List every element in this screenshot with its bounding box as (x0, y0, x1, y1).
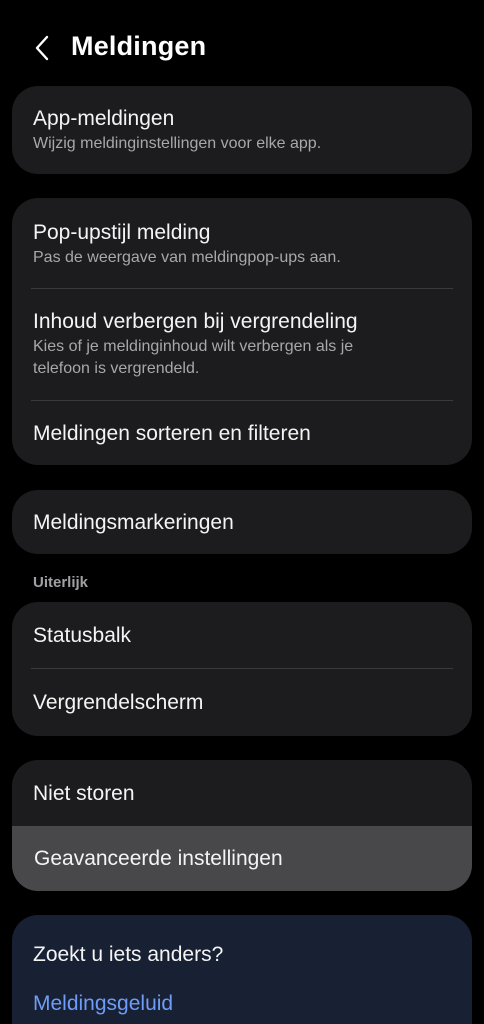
chevron-left-icon (35, 35, 49, 61)
sort-filter-title: Meldingen sorteren en filteren (33, 422, 311, 445)
app-notifications-subtitle: Wijzig meldinginstellingen voor elke app… (33, 135, 322, 152)
app-notifications-item[interactable]: App-meldingen Wijzig meldinginstellingen… (12, 86, 472, 174)
advanced-settings-item[interactable]: Geavanceerde instellingen (12, 826, 472, 891)
notification-options-card: Pop-upstijl melding Pas de weergave van … (12, 198, 472, 465)
badges-title: Meldingsmarkeringen (33, 511, 234, 534)
page-title: Meldingen (71, 31, 207, 61)
sort-filter-item[interactable]: Meldingen sorteren en filteren (12, 401, 472, 465)
app-notifications-title: App-meldingen (33, 107, 175, 130)
hide-content-item[interactable]: Inhoud verbergen bij vergrendeling Kies … (12, 289, 472, 400)
badges-card: Meldingsmarkeringen (12, 490, 472, 554)
notifications-settings-screen: Meldingen App-meldingen Wijzig meldingin… (0, 0, 484, 1024)
appearance-card: Statusbalk Vergrendelscherm (12, 602, 472, 736)
notification-sound-link[interactable]: Meldingsgeluid (33, 992, 173, 1016)
suggestions-card: Zoekt u iets anders? Meldingsgeluid (12, 915, 472, 1024)
popup-style-item[interactable]: Pop-upstijl melding Pas de weergave van … (12, 198, 472, 288)
do-not-disturb-item[interactable]: Niet storen (12, 760, 472, 826)
statusbar-title: Statusbalk (33, 624, 132, 647)
statusbar-item[interactable]: Statusbalk (12, 602, 472, 668)
more-settings-card: Niet storen Geavanceerde instellingen (12, 760, 472, 891)
lockscreen-item[interactable]: Vergrendelscherm (12, 669, 472, 736)
app-notifications-card: App-meldingen Wijzig meldinginstellingen… (12, 86, 472, 174)
lockscreen-title: Vergrendelscherm (33, 691, 204, 714)
suggestions-title: Zoekt u iets anders? (33, 943, 224, 966)
advanced-settings-title: Geavanceerde instellingen (34, 847, 283, 870)
hide-content-title: Inhoud verbergen bij vergrendeling (33, 310, 358, 333)
popup-style-title: Pop-upstijl melding (33, 221, 211, 244)
appearance-section-label: Uiterlijk (33, 574, 89, 591)
hide-content-subtitle-line2: telefoon is vergrendeld. (33, 360, 200, 377)
do-not-disturb-title: Niet storen (33, 782, 135, 805)
popup-style-subtitle: Pas de weergave van meldingpop-ups aan. (33, 249, 341, 266)
hide-content-subtitle-line1: Kies of je meldinginhoud wilt verbergen … (33, 338, 354, 355)
badges-item[interactable]: Meldingsmarkeringen (12, 490, 472, 554)
header: Meldingen (0, 18, 484, 78)
back-button[interactable] (26, 30, 58, 66)
